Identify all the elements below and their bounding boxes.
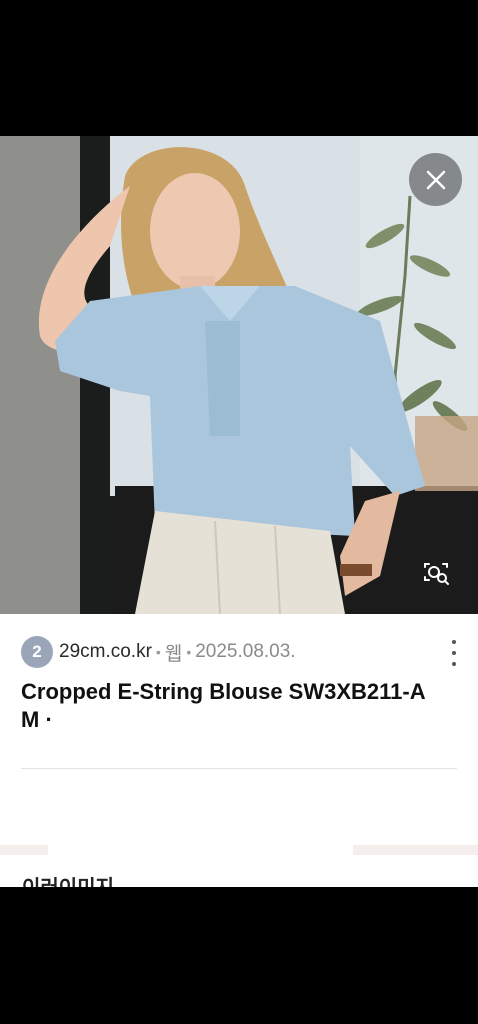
result-card[interactable]: 2 29cm.co.kr • 웹 • 2025.08.03. Cropped E… [0,614,478,887]
divider [21,768,457,769]
product-photo-illustration [0,136,478,614]
more-vertical-icon [452,640,456,644]
top-black-bar [0,0,478,136]
more-dot [452,662,456,666]
image-search-icon [423,562,449,585]
more-dot [452,651,456,655]
next-section-title: 이러이미지 [22,876,114,887]
separator-dot: • [155,644,161,660]
close-button[interactable] [409,153,462,206]
separator-dot: • [186,644,192,660]
title-line-1: Cropped E-String Blouse SW3XB211-A [21,679,426,704]
site-favicon: 2 [21,636,53,668]
close-icon [426,170,445,189]
source-row: 2 29cm.co.kr • 웹 • 2025.08.03. [21,636,296,668]
bottom-black-bar [0,887,478,1024]
result-title[interactable]: Cropped E-String Blouse SW3XB211-A M · [21,678,461,734]
source-type: 웹 [164,643,183,665]
result-date: 2025.08.03. [195,641,296,662]
product-image[interactable] [0,136,478,614]
image-search-button[interactable] [409,546,462,599]
site-name[interactable]: 29cm.co.kr [59,641,152,663]
section-band-gap [48,842,353,858]
title-line-2: M · [21,707,53,732]
more-options-button[interactable] [444,640,464,666]
